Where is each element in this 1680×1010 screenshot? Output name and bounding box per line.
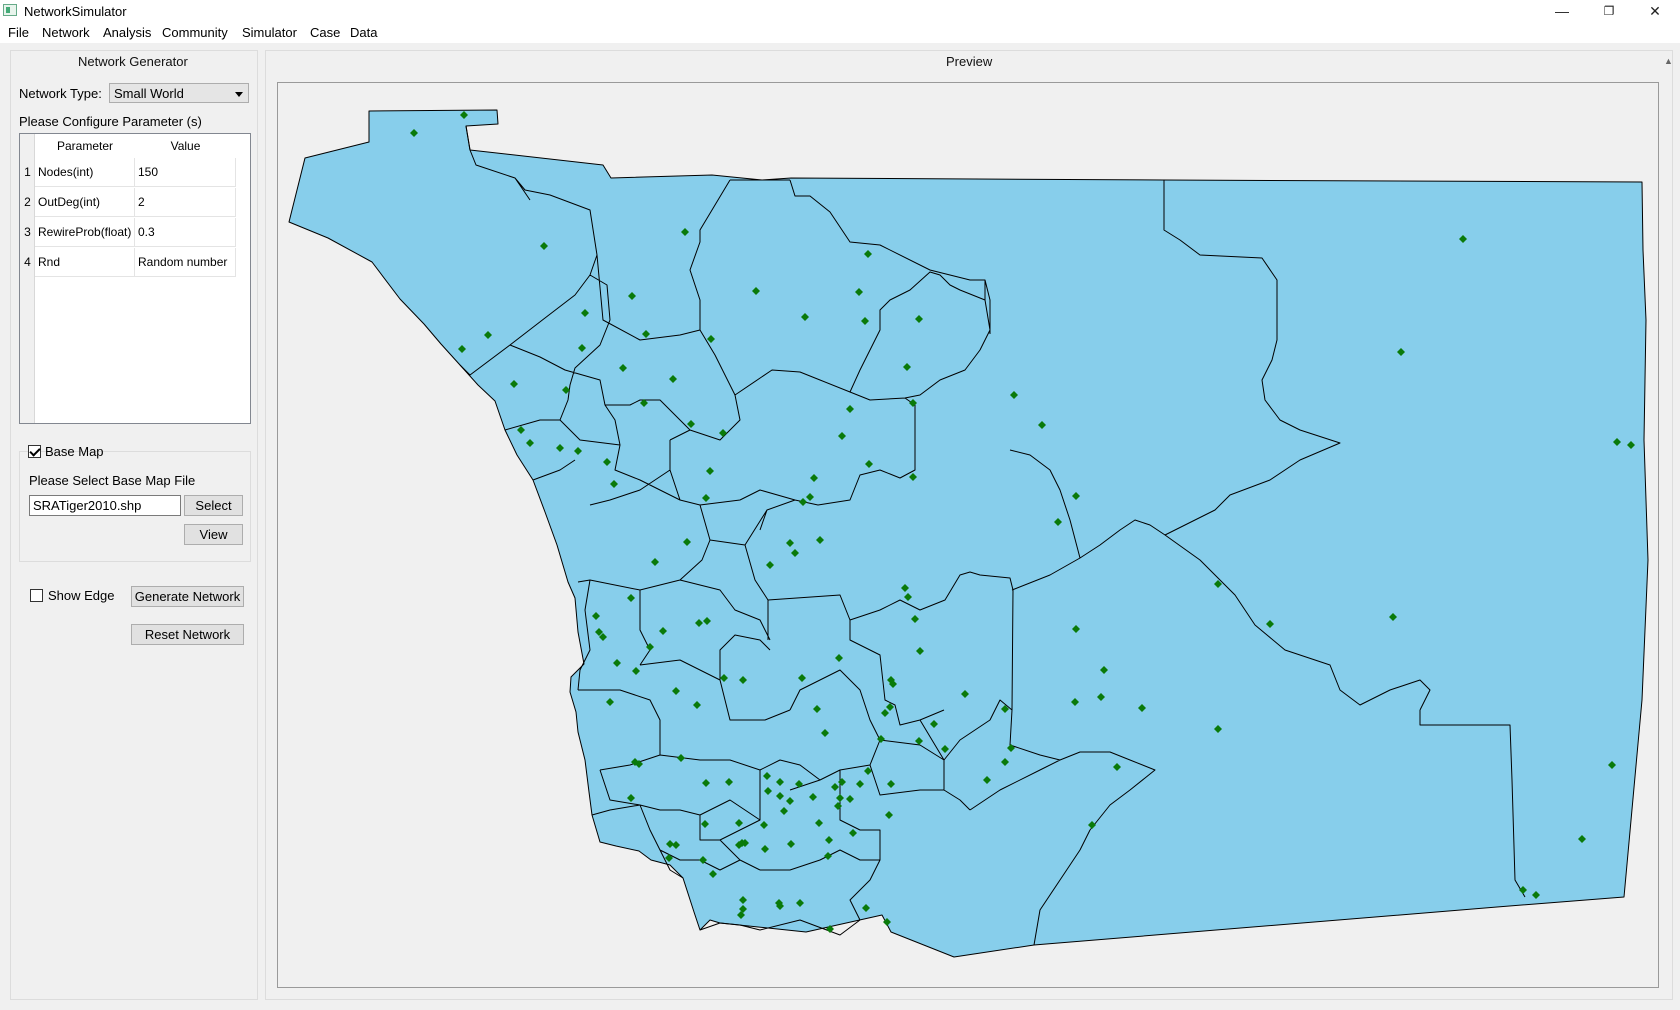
reset-network-button[interactable]: Reset Network [131, 624, 244, 645]
network-map[interactable] [278, 83, 1658, 987]
value-cell[interactable]: 2 [135, 188, 236, 217]
map-canvas[interactable] [277, 82, 1659, 988]
menu-bar: File Network Analysis Community Simulato… [0, 22, 1680, 43]
base-map-file-input[interactable]: SRATiger2010.shp [29, 495, 181, 516]
row-number: 2 [24, 195, 31, 209]
column-header-parameter[interactable]: Parameter [35, 134, 135, 158]
row-number: 1 [24, 165, 31, 179]
app-icon [3, 4, 17, 16]
parameter-cell[interactable]: Rnd [35, 248, 135, 277]
table-row[interactable]: 2 OutDeg(int) 2 [20, 188, 236, 218]
configure-parameter-label: Please Configure Parameter (s) [19, 114, 202, 129]
chevron-down-icon [235, 92, 243, 97]
menu-network[interactable]: Network [42, 25, 90, 40]
county-outline [288, 109, 1649, 958]
select-base-map-label: Please Select Base Map File [29, 473, 196, 488]
parameter-cell[interactable]: OutDeg(int) [35, 188, 135, 217]
network-generator-title: Network Generator [78, 54, 188, 69]
menu-case[interactable]: Case [310, 25, 340, 40]
base-map-checkbox[interactable] [28, 445, 41, 458]
close-button[interactable]: ✕ [1632, 0, 1678, 22]
menu-file[interactable]: File [8, 25, 29, 40]
network-type-label: Network Type: [19, 86, 102, 101]
table-row[interactable]: 1 Nodes(int) 150 [20, 158, 236, 188]
minimize-button[interactable]: — [1539, 0, 1585, 22]
network-type-select[interactable]: Small World [109, 83, 249, 103]
show-edge-checkbox[interactable] [30, 589, 43, 602]
scroll-up-icon[interactable]: ▲ [1664, 56, 1673, 66]
row-number: 4 [24, 255, 31, 269]
row-number: 3 [24, 225, 31, 239]
restore-button[interactable]: ❐ [1586, 0, 1632, 22]
value-cell[interactable]: Random number [135, 248, 236, 277]
parameter-table[interactable]: Parameter Value 1 Nodes(int) 150 2 OutDe… [19, 133, 251, 424]
window-title: NetworkSimulator [24, 4, 127, 19]
menu-analysis[interactable]: Analysis [103, 25, 151, 40]
parameter-cell[interactable]: Nodes(int) [35, 158, 135, 187]
select-file-button[interactable]: Select [184, 495, 243, 516]
title-bar: NetworkSimulator — ❐ ✕ [0, 0, 1680, 22]
base-map-label: Base Map [45, 444, 104, 459]
preview-title: Preview [946, 54, 993, 69]
table-row[interactable]: 3 RewireProb(float) 0.3 [20, 218, 236, 248]
menu-data[interactable]: Data [350, 25, 377, 40]
view-button[interactable]: View [184, 524, 243, 545]
show-edge-label: Show Edge [48, 588, 115, 603]
table-row[interactable]: 4 Rnd Random number [20, 248, 236, 278]
column-header-value[interactable]: Value [135, 134, 236, 158]
menu-simulator[interactable]: Simulator [242, 25, 297, 40]
parameter-cell[interactable]: RewireProb(float) [35, 218, 135, 247]
network-type-value: Small World [114, 86, 184, 101]
generate-network-button[interactable]: Generate Network [131, 586, 244, 607]
value-cell[interactable]: 150 [135, 158, 236, 187]
menu-community[interactable]: Community [162, 25, 228, 40]
value-cell[interactable]: 0.3 [135, 218, 236, 247]
